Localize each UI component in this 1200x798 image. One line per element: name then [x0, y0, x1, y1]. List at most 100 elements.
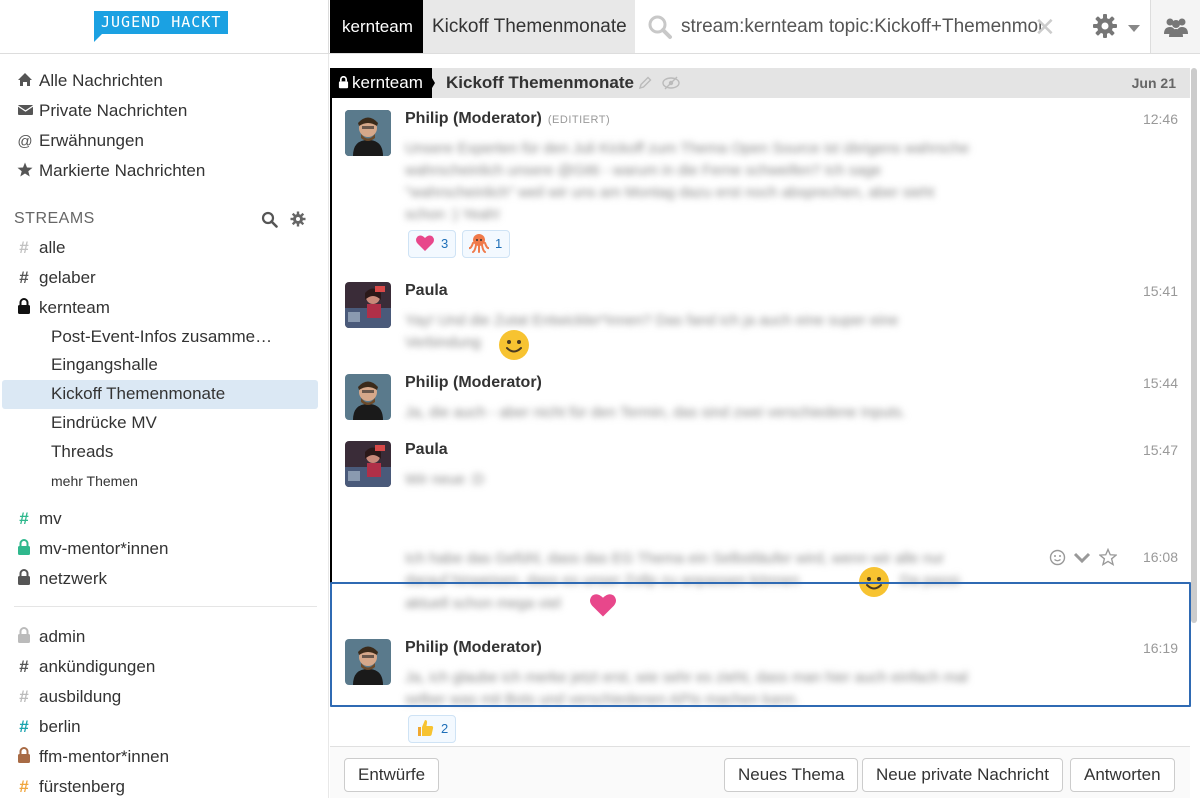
- message-timestamp[interactable]: 16:08: [1143, 549, 1178, 565]
- stream-name: ausbildung: [39, 687, 122, 706]
- reaction-thumbs-up[interactable]: 2: [408, 715, 457, 743]
- logo-area[interactable]: JUGEND HACKT: [0, 0, 329, 53]
- recipient-stream[interactable]: kernteam: [332, 68, 432, 98]
- top-navbar: JUGEND HACKT kernteam Kickoff Themenmona…: [0, 0, 1200, 54]
- lock-icon: [18, 298, 30, 314]
- stream-item-mv-mentorinnen[interactable]: mv-mentor*innen: [16, 537, 168, 561]
- nav-label: Markierte Nachrichten: [39, 161, 206, 180]
- message-timestamp[interactable]: 15:47: [1143, 442, 1178, 458]
- lock-icon: [18, 627, 30, 643]
- home-icon: [16, 70, 34, 94]
- topic-item[interactable]: Threads: [51, 440, 113, 464]
- more-topics-link[interactable]: mehr Themen: [51, 473, 138, 489]
- new-private-message-button[interactable]: Neue private Nachricht: [862, 758, 1063, 792]
- stream-name: alle: [39, 238, 66, 257]
- new-topic-button[interactable]: Neues Thema: [724, 758, 859, 792]
- avatar[interactable]: [345, 441, 391, 487]
- stream-name: ankündigungen: [39, 657, 156, 676]
- nav-label: Private Nachrichten: [39, 101, 188, 120]
- topic-item[interactable]: Post-Event-Infos zusamme…: [51, 325, 272, 349]
- avatar[interactable]: [345, 374, 391, 420]
- stream-item-ffm-mentorinnen[interactable]: ffm-mentor*innen: [16, 745, 169, 769]
- stream-name: berlin: [39, 717, 81, 736]
- narrow-topic-tab[interactable]: Kickoff Themenmonate: [423, 0, 635, 53]
- topic-item-active[interactable]: Kickoff Themenmonate: [51, 382, 225, 406]
- sender-name[interactable]: Paula: [405, 441, 448, 459]
- nav-private-messages[interactable]: Private Nachrichten: [16, 99, 187, 123]
- message-content-blurred: Verbindung: [405, 334, 481, 351]
- star-icon[interactable]: [1099, 548, 1117, 566]
- stream-item-netzwerk[interactable]: netzwerk: [16, 567, 107, 591]
- reaction-heart[interactable]: 3: [408, 230, 457, 258]
- logo-tail: [94, 33, 103, 42]
- stream-item-fuerstenberg[interactable]: # fürstenberg: [16, 775, 125, 798]
- message-list: Philip (Moderator) (EDITIERT) 12:46 Unser…: [330, 98, 1190, 743]
- topic-item[interactable]: Eingangshalle: [51, 353, 158, 377]
- recipient-stream-name: kernteam: [352, 73, 423, 92]
- reply-button[interactable]: Antworten: [1070, 758, 1175, 792]
- narrow-stream-tab[interactable]: kernteam: [330, 0, 423, 53]
- search-input[interactable]: stream:kernteam topic:Kickoff+Themenmona…: [681, 0, 1041, 53]
- lock-icon: [18, 539, 30, 555]
- drafts-button[interactable]: Entwürfe: [344, 758, 440, 792]
- nav-all-messages[interactable]: Alle Nachrichten: [16, 69, 163, 93]
- lock-icon: [338, 75, 349, 89]
- close-icon[interactable]: ✕: [1034, 12, 1056, 42]
- hash-icon: #: [19, 687, 29, 706]
- topic-item[interactable]: Eindrücke MV: [51, 411, 157, 435]
- add-reaction-icon[interactable]: [1049, 549, 1066, 566]
- pencil-icon[interactable]: [638, 76, 652, 90]
- message-timestamp[interactable]: 15:44: [1143, 375, 1178, 391]
- recipient-topic[interactable]: Kickoff Themenmonate: [446, 68, 634, 98]
- stream-item-ankuendigungen[interactable]: # ankündigungen: [16, 655, 155, 679]
- settings-menu[interactable]: [1065, 0, 1151, 53]
- message[interactable]: Philip (Moderator) (EDITIERT) 12:46 Unser…: [332, 98, 1190, 264]
- stream-name: fürstenberg: [39, 777, 125, 796]
- message-timestamp[interactable]: 12:46: [1143, 111, 1178, 127]
- smiley-icon: [499, 330, 529, 360]
- chevron-down-icon[interactable]: [1073, 552, 1091, 564]
- gear-icon[interactable]: [290, 211, 306, 227]
- message[interactable]: Philip (Moderator) 15:44 Ja, die auch - …: [332, 370, 1190, 430]
- message[interactable]: Paula 15:41 Yay! Und die Zutat Entwickle…: [332, 278, 1190, 360]
- user-list-toggle[interactable]: [1151, 0, 1200, 53]
- stream-item-admin[interactable]: admin: [16, 625, 85, 649]
- eye-slash-icon[interactable]: [662, 76, 680, 90]
- nav-mentions[interactable]: @ Erwähnungen: [16, 129, 144, 153]
- hash-icon: #: [19, 717, 29, 736]
- at-icon: @: [17, 133, 33, 150]
- lock-icon: [18, 569, 30, 585]
- stream-item-ausbildung[interactable]: # ausbildung: [16, 685, 121, 709]
- reaction-octopus[interactable]: 1: [462, 230, 511, 258]
- stream-item-berlin[interactable]: # berlin: [16, 715, 81, 739]
- nav-label: Alle Nachrichten: [39, 71, 163, 90]
- octopus-icon: [469, 234, 489, 253]
- sender-name[interactable]: Paula: [405, 282, 448, 300]
- search-icon[interactable]: [261, 211, 278, 228]
- gear-icon[interactable]: [1092, 13, 1118, 39]
- search-bar[interactable]: stream:kernteam topic:Kickoff+Themenmona…: [635, 0, 1065, 53]
- hash-icon: #: [19, 777, 29, 796]
- logo[interactable]: JUGEND HACKT: [94, 11, 229, 34]
- stream-item-alle[interactable]: # alle: [16, 236, 65, 260]
- avatar[interactable]: [345, 110, 391, 156]
- lock-icon: [18, 747, 30, 763]
- scrollbar[interactable]: [1191, 68, 1197, 623]
- sender-name[interactable]: Philip (Moderator): [405, 374, 542, 392]
- stream-item-gelaber[interactable]: # gelaber: [16, 266, 95, 290]
- message-content-blurred: wahrscheinlich unsere @Gitti - warum in …: [405, 162, 882, 179]
- stream-item-mv[interactable]: # mv: [16, 507, 61, 531]
- stream-name: kernteam: [39, 298, 110, 317]
- stream-name: ffm-mentor*innen: [39, 747, 170, 766]
- message-timestamp[interactable]: 15:41: [1143, 283, 1178, 299]
- streams-heading[interactable]: STREAMS: [14, 210, 95, 228]
- chevron-down-icon[interactable]: [1128, 25, 1140, 32]
- nav-starred[interactable]: Markierte Nachrichten: [16, 159, 205, 183]
- users-icon[interactable]: [1163, 16, 1189, 38]
- stream-item-kernteam[interactable]: kernteam: [16, 296, 110, 320]
- sender-name[interactable]: Philip (Moderator) (EDITIERT): [405, 110, 610, 128]
- recipient-arrow: [426, 68, 435, 98]
- avatar[interactable]: [345, 282, 391, 328]
- message-content-blurred: Yay! Und die Zutat Entwickler*innen? Das…: [405, 312, 899, 329]
- message-actions[interactable]: [1049, 548, 1119, 568]
